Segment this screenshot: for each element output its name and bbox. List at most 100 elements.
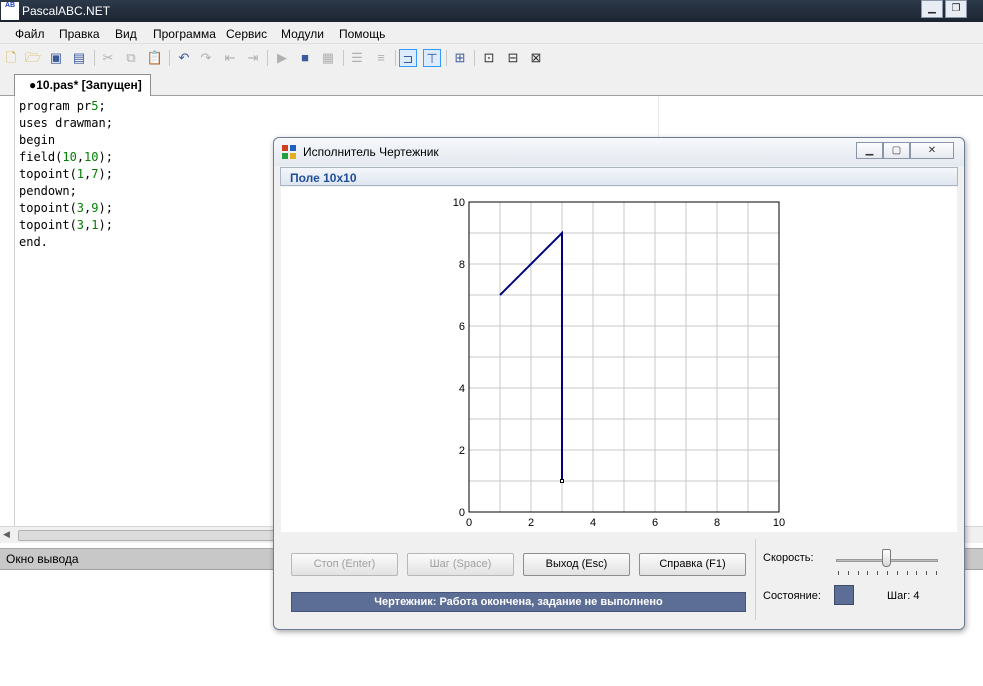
toolbar-separator (446, 50, 447, 66)
toolbar-separator (169, 50, 170, 66)
menu-program[interactable]: Программа (153, 27, 216, 41)
menu-bar: Файл Правка Вид Программа Сервис Модули … (0, 22, 983, 44)
menu-edit[interactable]: Правка (59, 27, 100, 41)
slider-tick (887, 571, 888, 575)
slider-tick (857, 571, 859, 575)
step-over-icon[interactable]: ⊡ (480, 49, 498, 67)
help-button[interactable]: Справка (F1) (639, 553, 746, 576)
find-icon[interactable]: ⇤ (221, 49, 239, 67)
y-tick-label: 0 (459, 507, 465, 519)
field-title: Поле 10x10 (290, 171, 357, 185)
slider-tick (896, 571, 898, 575)
copy-icon[interactable]: ⧉ (122, 49, 140, 67)
menu-service[interactable]: Сервис (226, 27, 267, 41)
menu-modules[interactable]: Модули (281, 27, 324, 41)
x-tick-label: 8 (714, 517, 720, 529)
dialog-title: Исполнитель Чертежник (303, 145, 439, 159)
stop-button[interactable]: Стоп (Enter) (291, 553, 398, 576)
dialog-minimize-icon[interactable]: ▁ (856, 142, 883, 159)
toolbar-separator (343, 50, 344, 66)
comment-icon[interactable]: ☰ (348, 49, 366, 67)
toolbar: 🗋 🗁 ▣ ▤ ✂ ⧉ 📋 ↶ ↷ ⇤ ⇥ ▶ ■ ▦ ☰ ≡ ⊐ ⊤ ⊞ ⊡ … (0, 44, 983, 72)
toolbar-separator (267, 50, 268, 66)
code-line[interactable]: pendown; (19, 183, 113, 200)
code-line[interactable]: begin (19, 132, 113, 149)
speed-slider-thumb[interactable] (882, 549, 891, 567)
replace-icon[interactable]: ⇥ (244, 49, 262, 67)
slider-tick (847, 571, 849, 575)
uncomment-icon[interactable]: ≡ (372, 49, 390, 67)
undo-icon[interactable]: ↶ (175, 49, 193, 67)
speed-slider-ticks (838, 571, 938, 575)
restore-icon[interactable]: ❐ (945, 0, 967, 18)
output-icon[interactable]: ⊤ (423, 49, 441, 67)
toolbar-separator (94, 50, 95, 66)
menu-help[interactable]: Помощь (339, 27, 385, 41)
field-header: Поле 10x10 (280, 167, 958, 186)
app-logo-icon: AB (1, 2, 19, 20)
status-message: Чертежник: Работа окончена, задание не в… (291, 592, 746, 612)
dialog-client-area: Поле 10x10 0 2 4 6 8 10 0 2 4 6 8 10 Стоп (Enter) Ш… (280, 167, 958, 622)
slider-tick (916, 571, 918, 575)
editor-gutter (14, 96, 15, 526)
scrollbar-thumb[interactable] (18, 530, 278, 541)
code-line[interactable]: topoint(3,1); (19, 217, 113, 234)
code-line[interactable]: uses drawman; (19, 115, 113, 132)
step-button[interactable]: Шаг (Space) (407, 553, 514, 576)
slider-tick (867, 571, 869, 575)
exit-button[interactable]: Выход (Esc) (523, 553, 630, 576)
step-into-icon[interactable]: ⊟ (504, 49, 522, 67)
save-icon[interactable]: ▣ (47, 49, 65, 67)
output-pane-title: Окно вывода (6, 552, 79, 566)
slider-tick (906, 571, 908, 575)
y-tick-label: 6 (459, 321, 465, 333)
code-line[interactable]: program pr5; (19, 98, 113, 115)
state-label: Состояние: (763, 590, 821, 602)
drawman-app-icon (282, 145, 296, 159)
toolbar-separator (395, 50, 396, 66)
code-line[interactable]: end. (19, 234, 113, 251)
debug-icon[interactable]: ⊞ (451, 49, 469, 67)
save-all-icon[interactable]: ▤ (70, 49, 88, 67)
y-tick-label: 8 (459, 259, 465, 271)
minimize-icon[interactable]: ▁ (921, 0, 943, 18)
run-icon[interactable]: ▶ (273, 49, 291, 67)
drawing-field: 0 2 4 6 8 10 0 2 4 6 8 10 (281, 187, 957, 532)
drawman-dialog: Исполнитель Чертежник ▁ ▢ ✕ Поле 10x10 0… (273, 137, 965, 630)
new-file-icon[interactable]: 🗋 (2, 49, 20, 67)
x-tick-label: 0 (466, 517, 472, 529)
tab-10-pas[interactable]: ●10.pas* [Запущен] (14, 74, 151, 96)
console-icon[interactable]: ⊐ (399, 49, 417, 67)
main-title-bar: AB PascalABC.NET ▁ ❐ (0, 0, 983, 22)
x-tick-label: 6 (652, 517, 658, 529)
tab-strip: ●10.pas* [Запущен] (0, 72, 983, 96)
pen-marker (560, 479, 564, 483)
speed-state-panel: Скорость: Состояние: Шаг: 4 (755, 539, 955, 620)
dialog-maximize-icon[interactable]: ▢ (883, 142, 910, 159)
speed-label: Скорость: (763, 552, 814, 564)
compile-icon[interactable]: ▦ (319, 49, 337, 67)
x-tick-label: 2 (528, 517, 534, 529)
x-tick-label: 10 (773, 517, 785, 529)
open-folder-icon[interactable]: 🗁 (24, 49, 42, 67)
scroll-left-icon[interactable]: ◀ (3, 529, 10, 540)
paste-icon[interactable]: 📋 (146, 49, 164, 67)
y-tick-label: 10 (453, 197, 465, 209)
slider-tick (877, 571, 879, 575)
stop-icon[interactable]: ■ (296, 49, 314, 67)
code-line[interactable]: topoint(1,7); (19, 166, 113, 183)
y-tick-label: 2 (459, 445, 465, 457)
x-tick-label: 4 (590, 517, 596, 529)
step-counter: Шаг: 4 (887, 590, 920, 602)
code-text[interactable]: program pr5; uses drawman; begin field(10,1… (19, 98, 113, 251)
code-line[interactable]: topoint(3,9); (19, 200, 113, 217)
redo-icon[interactable]: ↷ (197, 49, 215, 67)
cut-icon[interactable]: ✂ (99, 49, 117, 67)
menu-file[interactable]: Файл (15, 27, 45, 41)
dialog-close-icon[interactable]: ✕ (910, 142, 954, 159)
slider-tick (926, 571, 928, 575)
chart-grid (469, 202, 779, 512)
menu-view[interactable]: Вид (115, 27, 137, 41)
code-line[interactable]: field(10,10); (19, 149, 113, 166)
step-out-icon[interactable]: ⊠ (527, 49, 545, 67)
